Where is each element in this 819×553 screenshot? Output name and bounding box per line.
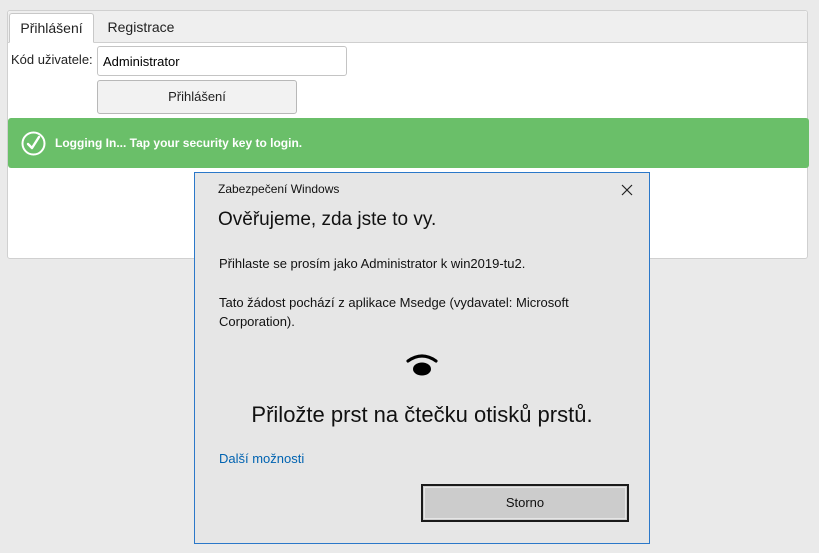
check-circle-icon [21,131,46,156]
tab-bar: Přihlášení Registrace [8,11,807,43]
dialog-fingerprint-prompt: Přiložte prst na čtečku otisků prstů. [251,402,593,427]
dialog-message-signin: Přihlaste se prosím jako Administrator k… [219,256,526,271]
dialog-heading: Ověřujeme, zda jste to vy. [218,209,437,230]
more-options-link[interactable]: Další možnosti [219,451,304,466]
status-banner-text: Logging In... Tap your security key to l… [55,136,303,150]
dialog-title: Zabezpečení Windows [218,182,340,196]
tab-registration[interactable]: Registrace [96,13,186,42]
close-icon[interactable] [615,179,639,201]
dialog-message-origin: Tato žádost pochází z aplikace Msedge (v… [219,295,569,329]
tab-login[interactable]: Přihlášení [9,13,94,43]
user-code-label: Kód uživatele: [11,52,93,67]
cancel-button[interactable]: Storno [421,484,629,522]
user-code-input[interactable] [97,46,347,76]
windows-security-dialog: Zabezpečení Windows Ověřujeme, zda jste … [194,172,650,544]
login-button[interactable]: Přihlášení [97,80,297,114]
fingerprint-icon [406,354,438,376]
status-banner: Logging In... Tap your security key to l… [8,118,809,168]
